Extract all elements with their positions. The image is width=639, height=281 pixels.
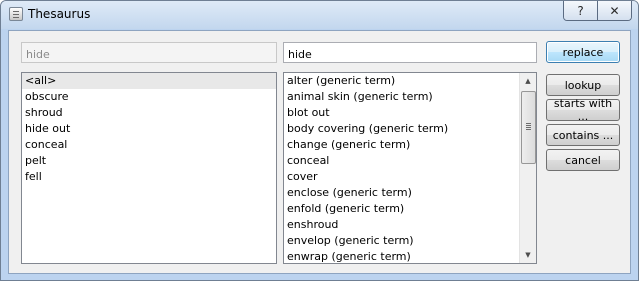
close-icon: ✕ bbox=[609, 3, 620, 18]
synonyms-list[interactable]: alter (generic term) animal skin (generic… bbox=[283, 72, 537, 264]
original-word-field bbox=[21, 42, 277, 63]
cancel-button[interactable]: cancel bbox=[546, 149, 620, 171]
synonyms-scrollbar[interactable]: ▲ ▼ bbox=[519, 73, 536, 263]
meaning-item[interactable]: obscure bbox=[22, 89, 276, 105]
thesaurus-window: Thesaurus ? ✕ <all>obscureshroudhide out… bbox=[0, 0, 639, 281]
help-button[interactable]: ? bbox=[564, 1, 597, 20]
synonyms-items: alter (generic term) animal skin (generic… bbox=[284, 73, 536, 263]
meaning-item[interactable]: fell bbox=[22, 169, 276, 185]
synonym-item[interactable]: enfold (generic term) bbox=[284, 201, 536, 217]
help-icon: ? bbox=[577, 3, 584, 18]
synonym-item[interactable]: body covering (generic term) bbox=[284, 121, 536, 137]
synonym-item[interactable]: conceal bbox=[284, 153, 536, 169]
replace-button[interactable]: replace bbox=[546, 41, 620, 63]
title-bar[interactable]: Thesaurus ? ✕ bbox=[1, 1, 638, 29]
grip-icon bbox=[526, 123, 531, 124]
window-title: Thesaurus bbox=[28, 7, 91, 21]
meaning-item[interactable]: <all> bbox=[22, 73, 276, 89]
synonym-item[interactable]: change (generic term) bbox=[284, 137, 536, 153]
scroll-thumb[interactable] bbox=[521, 91, 536, 164]
replacement-word-input[interactable] bbox=[283, 42, 537, 63]
synonym-item[interactable]: enclose (generic term) bbox=[284, 185, 536, 201]
dialog-body: <all>obscureshroudhide outconcealpeltfel… bbox=[8, 30, 631, 274]
synonym-item[interactable]: animal skin (generic term) bbox=[284, 89, 536, 105]
synonym-item[interactable]: enshroud bbox=[284, 217, 536, 233]
scroll-down-icon[interactable]: ▼ bbox=[520, 247, 536, 263]
caption-buttons: ? ✕ bbox=[563, 1, 632, 21]
meaning-item[interactable]: hide out bbox=[22, 121, 276, 137]
synonym-item[interactable]: blot out bbox=[284, 105, 536, 121]
synonym-item[interactable]: enwrap (generic term) bbox=[284, 249, 536, 263]
meaning-item[interactable]: conceal bbox=[22, 137, 276, 153]
meaning-item[interactable]: pelt bbox=[22, 153, 276, 169]
close-button[interactable]: ✕ bbox=[597, 1, 631, 20]
synonym-item[interactable]: alter (generic term) bbox=[284, 73, 536, 89]
lookup-button[interactable]: lookup bbox=[546, 74, 620, 96]
meanings-list[interactable]: <all> obscure shroud hide out conceal pelt fel… bbox=[21, 72, 277, 264]
meaning-item[interactable]: shroud bbox=[22, 105, 276, 121]
synonym-item[interactable]: envelop (generic term) bbox=[284, 233, 536, 249]
synonym-item[interactable]: cover bbox=[284, 169, 536, 185]
scroll-up-icon[interactable]: ▲ bbox=[520, 73, 536, 89]
app-icon bbox=[9, 7, 23, 21]
starts-with-button[interactable]: starts with ... bbox=[546, 97, 620, 123]
contains-button[interactable]: contains ... bbox=[546, 124, 620, 146]
